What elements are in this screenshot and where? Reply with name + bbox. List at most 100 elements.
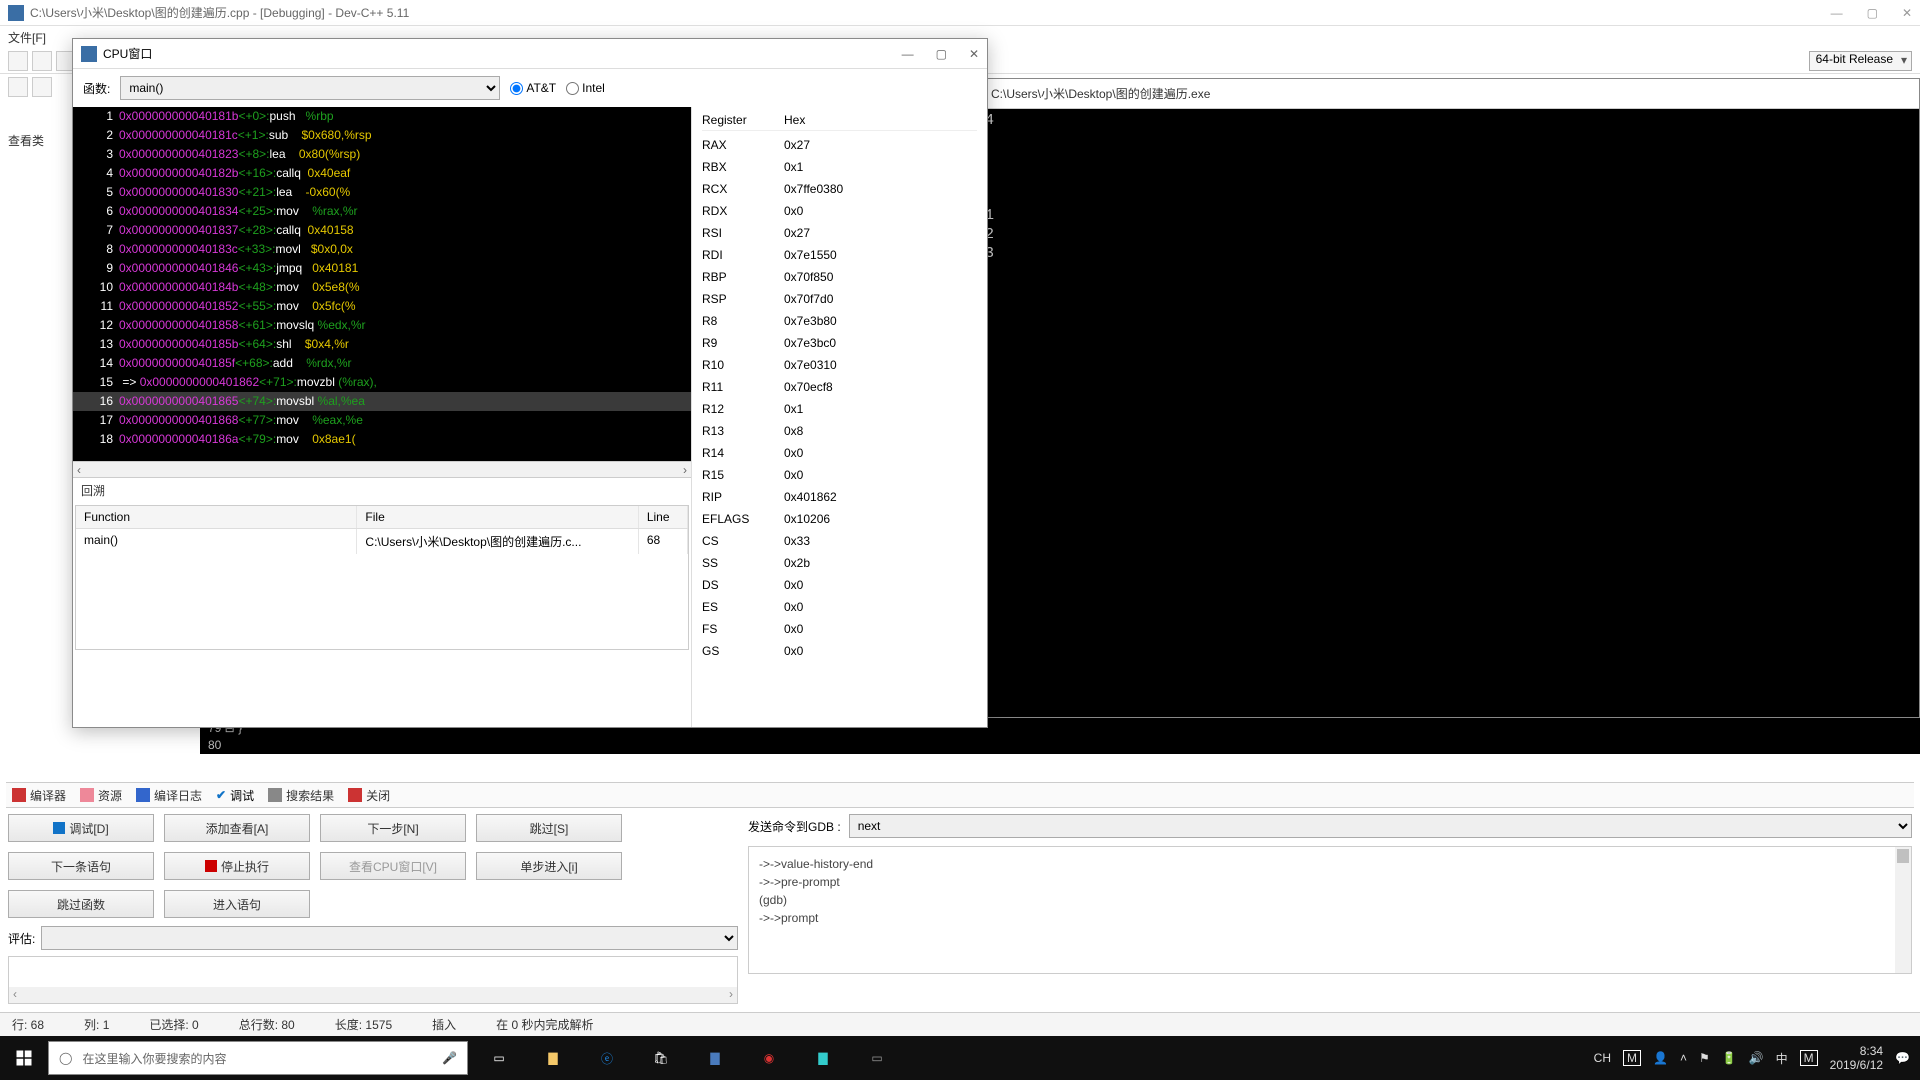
- people-icon[interactable]: 👤: [1653, 1051, 1668, 1065]
- compiler-select[interactable]: 64-bit Release: [1809, 51, 1912, 71]
- register-row[interactable]: R120x1: [702, 398, 977, 420]
- asm-row[interactable]: 1 0x000000000040181b <+0>: push %rbp: [73, 107, 691, 126]
- register-row[interactable]: CS0x33: [702, 530, 977, 552]
- disassembly-view[interactable]: 1 0x000000000040181b <+0>: push %rbp2 0x…: [73, 107, 691, 461]
- backtrace-row[interactable]: main() C:\Users\小米\Desktop\图的创建遍历.c... 6…: [76, 529, 688, 554]
- register-row[interactable]: ES0x0: [702, 596, 977, 618]
- col-function[interactable]: Function: [76, 506, 357, 528]
- minimize-icon[interactable]: —: [902, 47, 914, 61]
- asm-row[interactable]: 11 0x0000000000401852 <+55>: mov 0x5fc(%: [73, 297, 691, 316]
- ime-indicator[interactable]: M: [1800, 1050, 1818, 1066]
- devcpp-icon[interactable]: ▇: [692, 1036, 738, 1080]
- volume-icon[interactable]: 🔊: [1749, 1051, 1764, 1065]
- maximize-icon[interactable]: ▢: [936, 47, 947, 61]
- stop-button[interactable]: 停止执行: [164, 852, 310, 880]
- battery-icon[interactable]: 🔋: [1722, 1051, 1737, 1065]
- menu-file[interactable]: 文件[F]: [8, 29, 46, 46]
- register-row[interactable]: RSI0x27: [702, 222, 977, 244]
- toolbar-button[interactable]: [32, 51, 52, 71]
- eval-input[interactable]: [41, 926, 738, 950]
- close-icon[interactable]: ✕: [969, 47, 979, 61]
- h-scrollbar[interactable]: ‹›: [73, 461, 691, 477]
- asm-row[interactable]: 9 0x0000000000401846 <+43>: jmpq 0x40181: [73, 259, 691, 278]
- col-register[interactable]: Register: [702, 113, 784, 127]
- register-row[interactable]: DS0x0: [702, 574, 977, 596]
- asm-row[interactable]: 2 0x000000000040181c <+1>: sub $0x680,%r…: [73, 126, 691, 145]
- ime-indicator[interactable]: CH: [1594, 1051, 1611, 1065]
- register-row[interactable]: R130x8: [702, 420, 977, 442]
- syntax-intel-radio[interactable]: Intel: [566, 81, 605, 95]
- store-icon[interactable]: 🛍: [638, 1036, 684, 1080]
- close-icon[interactable]: ✕: [1902, 6, 1912, 20]
- app-icon[interactable]: ▇: [800, 1036, 846, 1080]
- maximize-icon[interactable]: ▢: [1867, 6, 1878, 20]
- asm-row[interactable]: 18 0x000000000040186a <+79>: mov 0x8ae1(: [73, 430, 691, 449]
- view-cpu-button[interactable]: 查看CPU窗口[V]: [320, 852, 466, 880]
- asm-row[interactable]: 5 0x0000000000401830 <+21>: lea -0x60(%: [73, 183, 691, 202]
- add-watch-button[interactable]: 添加查看[A]: [164, 814, 310, 842]
- register-row[interactable]: RCX0x7ffe0380: [702, 178, 977, 200]
- register-row[interactable]: R90x7e3bc0: [702, 332, 977, 354]
- step-over-button[interactable]: 跳过函数: [8, 890, 154, 918]
- asm-row[interactable]: 6 0x0000000000401834 <+25>: mov %rax,%r: [73, 202, 691, 221]
- register-row[interactable]: EFLAGS0x10206: [702, 508, 977, 530]
- tab-debug[interactable]: ✔调试: [216, 787, 254, 804]
- notifications-icon[interactable]: 💬: [1895, 1051, 1910, 1065]
- col-file[interactable]: File: [357, 506, 638, 528]
- debug-button[interactable]: 调试[D]: [8, 814, 154, 842]
- col-line[interactable]: Line: [639, 506, 688, 528]
- toolbar-button[interactable]: [8, 51, 28, 71]
- register-row[interactable]: RBP0x70f850: [702, 266, 977, 288]
- edge-icon[interactable]: ⓔ: [584, 1036, 630, 1080]
- tray-icon[interactable]: ⚑: [1699, 1051, 1710, 1065]
- asm-row[interactable]: 8 0x000000000040183c <+33>: movl $0x0,0x: [73, 240, 691, 259]
- asm-row[interactable]: 7 0x0000000000401837 <+28>: callq 0x4015…: [73, 221, 691, 240]
- toolbar-button[interactable]: [32, 77, 52, 97]
- v-scrollbar[interactable]: [1895, 847, 1911, 973]
- register-row[interactable]: R150x0: [702, 464, 977, 486]
- console-output[interactable]: 4 4 0 1 2 3 0 1 0 2 0 3 2 3 _: [961, 109, 1919, 322]
- next-stmt-button[interactable]: 下一条语句: [8, 852, 154, 880]
- music-icon[interactable]: ◉: [746, 1036, 792, 1080]
- syntax-att-radio[interactable]: AT&T: [510, 81, 556, 95]
- register-row[interactable]: R80x7e3b80: [702, 310, 977, 332]
- asm-row[interactable]: 10 0x000000000040184b <+48>: mov 0x5e8(%: [73, 278, 691, 297]
- step-into-button[interactable]: 单步进入[i]: [476, 852, 622, 880]
- register-row[interactable]: RBX0x1: [702, 156, 977, 178]
- tab-search[interactable]: 搜索结果: [268, 787, 334, 804]
- register-row[interactable]: SS0x2b: [702, 552, 977, 574]
- minimize-icon[interactable]: —: [1831, 6, 1843, 20]
- next-button[interactable]: 下一步[N]: [320, 814, 466, 842]
- register-row[interactable]: GS0x0: [702, 640, 977, 662]
- ime-indicator[interactable]: 中: [1776, 1050, 1788, 1067]
- register-row[interactable]: RAX0x27: [702, 134, 977, 156]
- register-row[interactable]: RSP0x70f7d0: [702, 288, 977, 310]
- tray-chevron-icon[interactable]: ˄: [1680, 1051, 1687, 1065]
- asm-row[interactable]: 16 0x0000000000401865 <+74>: movsbl %al,…: [73, 392, 691, 411]
- h-scrollbar[interactable]: ‹›: [9, 987, 737, 1003]
- gdb-output[interactable]: ->->value-history-end->->pre-prompt(gdb)…: [748, 846, 1912, 974]
- tab-close[interactable]: 关闭: [348, 787, 390, 804]
- explorer-icon[interactable]: ▇: [530, 1036, 576, 1080]
- toolbar-button[interactable]: [8, 77, 28, 97]
- into-stmt-button[interactable]: 进入语句: [164, 890, 310, 918]
- asm-row[interactable]: 17 0x0000000000401868 <+77>: mov %eax,%e: [73, 411, 691, 430]
- tab-resources[interactable]: 资源: [80, 787, 122, 804]
- task-view-icon[interactable]: ▭: [476, 1036, 522, 1080]
- taskbar-clock[interactable]: 8:34 2019/6/12: [1830, 1044, 1883, 1072]
- mic-icon[interactable]: 🎤: [442, 1051, 457, 1065]
- taskbar-search[interactable]: ◯ 在这里输入你要搜索的内容 🎤: [48, 1041, 468, 1075]
- register-row[interactable]: RIP0x401862: [702, 486, 977, 508]
- view-class-label[interactable]: 查看类: [8, 132, 44, 149]
- register-row[interactable]: R140x0: [702, 442, 977, 464]
- gdb-command-input[interactable]: next: [849, 814, 1912, 838]
- col-hex[interactable]: Hex: [784, 113, 805, 127]
- asm-row[interactable]: 13 0x000000000040185b <+64>: shl $0x4,%r: [73, 335, 691, 354]
- skip-button[interactable]: 跳过[S]: [476, 814, 622, 842]
- asm-row[interactable]: 12 0x0000000000401858 <+61>: movslq %edx…: [73, 316, 691, 335]
- start-button[interactable]: [0, 1036, 48, 1080]
- register-row[interactable]: RDX0x0: [702, 200, 977, 222]
- tab-compile-log[interactable]: 编译日志: [136, 787, 202, 804]
- eval-output[interactable]: ‹›: [8, 956, 738, 1004]
- function-select[interactable]: main(): [120, 76, 500, 100]
